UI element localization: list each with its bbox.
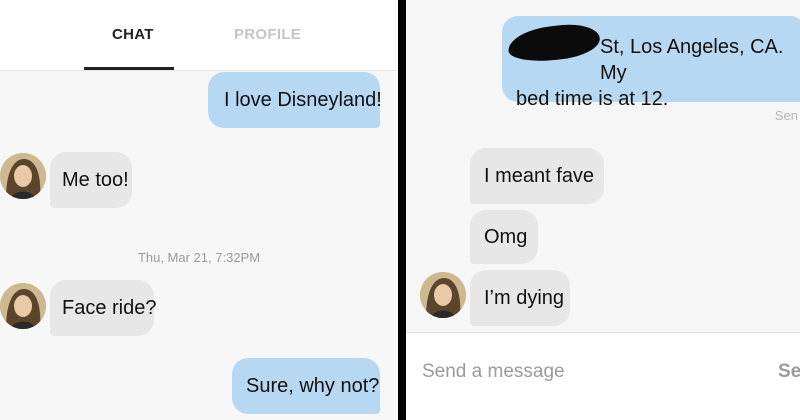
received-message-bubble: I’m dying: [470, 270, 570, 326]
message-text: I’m dying: [484, 287, 565, 309]
tab-profile[interactable]: PROFILE: [234, 26, 301, 43]
send-button[interactable]: Ser: [778, 361, 800, 383]
avatar-photo-icon: [0, 153, 46, 199]
left-chat-screen: CHAT PROFILE I love Disneyland! Me too! …: [0, 0, 398, 420]
active-tab-indicator: [84, 67, 174, 70]
avatar-photo-icon: [0, 283, 46, 329]
tab-bar: CHAT PROFILE: [0, 0, 398, 71]
message-input[interactable]: Send a message: [422, 361, 565, 383]
right-chat-screen: St, Los Angeles, CA. My bed time is at 1…: [406, 0, 800, 420]
sent-message-bubble: I love Disneyland!: [208, 72, 382, 128]
message-text: Omg: [484, 226, 528, 248]
message-text: I love Disneyland!: [224, 89, 382, 111]
message-text-line: bed time is at 12.: [516, 88, 669, 110]
message-text: Face ride?: [62, 297, 157, 319]
received-message-bubble: Face ride?: [50, 280, 157, 336]
avatar[interactable]: [0, 153, 46, 199]
sent-status: Sen: [774, 108, 798, 123]
received-message-bubble: Omg: [470, 210, 538, 264]
message-text: Sure, why not?: [246, 375, 380, 397]
avatar-photo-icon: [420, 272, 466, 318]
avatar[interactable]: [420, 272, 466, 318]
message-timestamp: Thu, Mar 21, 7:32PM: [137, 250, 261, 265]
sent-message-bubble: Sure, why not?: [232, 358, 380, 414]
received-message-bubble: I meant fave: [470, 148, 604, 204]
received-message-bubble: Me too!: [50, 152, 132, 208]
avatar[interactable]: [0, 283, 46, 329]
message-composer: Send a message Ser: [406, 332, 800, 420]
message-text: Me too!: [62, 169, 129, 191]
tab-chat[interactable]: CHAT: [112, 26, 154, 43]
message-text: I meant fave: [484, 165, 595, 187]
